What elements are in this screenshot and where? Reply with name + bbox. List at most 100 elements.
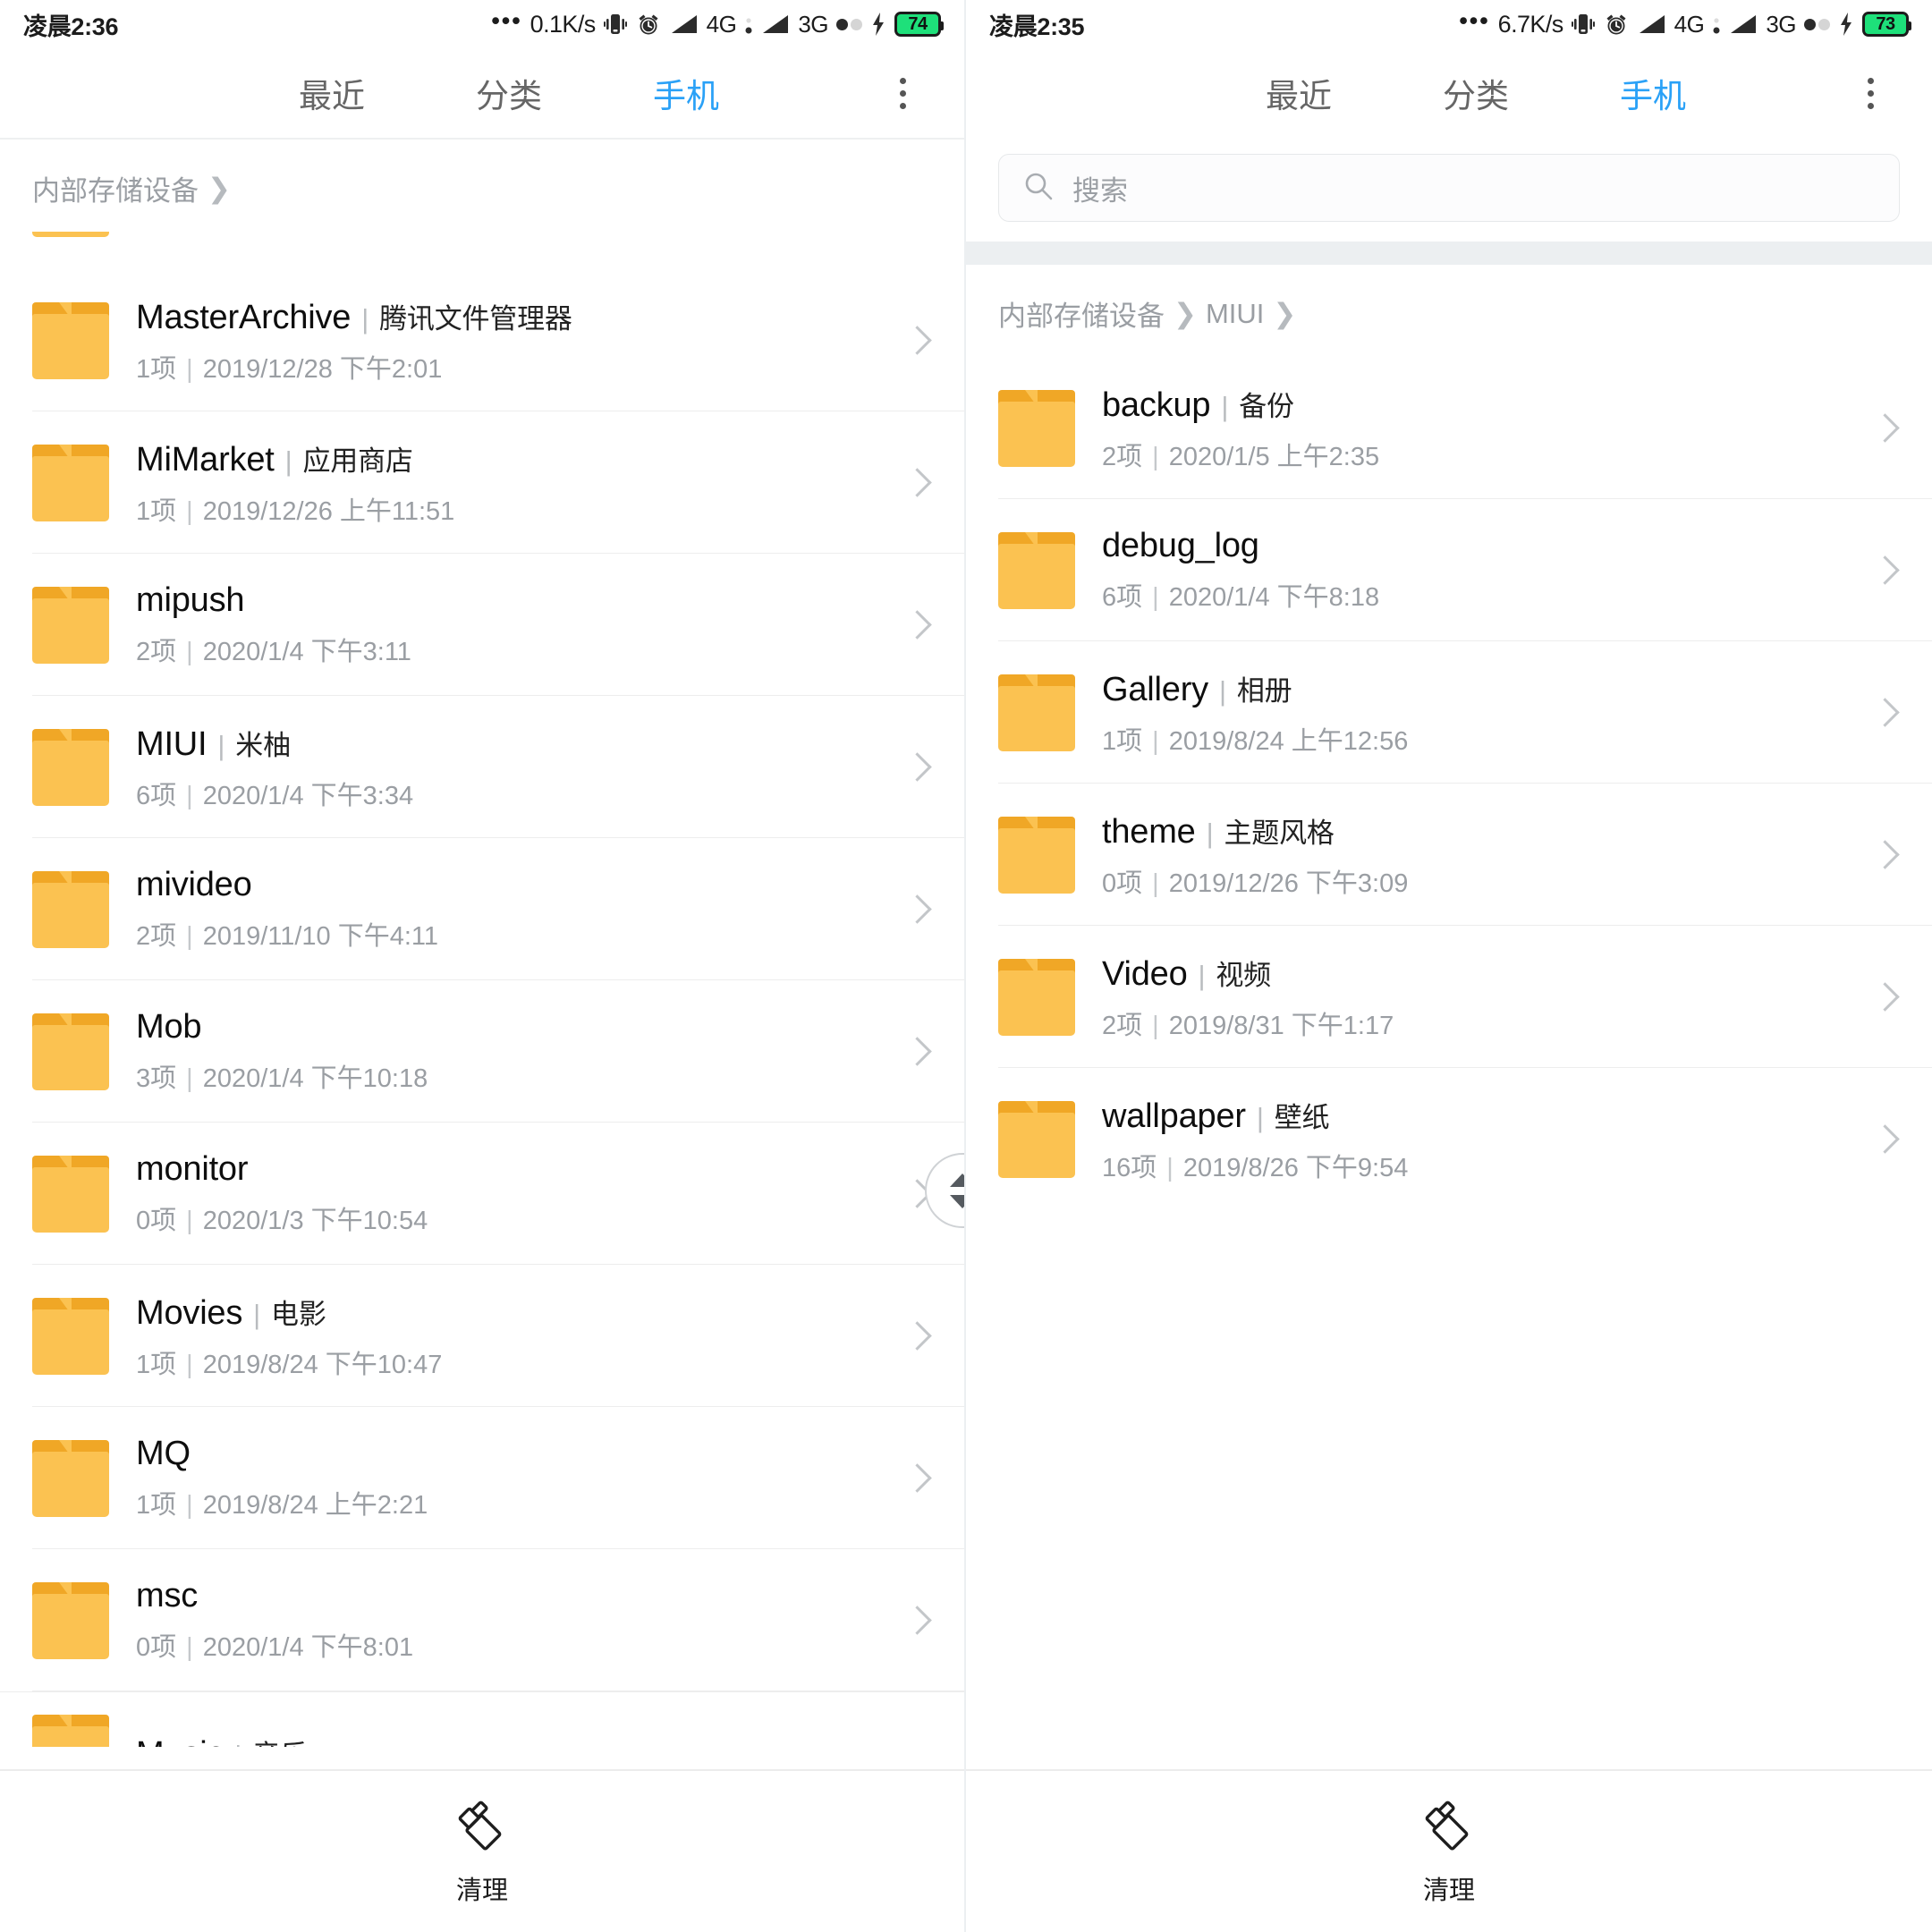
chevron-right-icon[interactable] (902, 326, 932, 356)
chevron-up-icon (950, 1173, 964, 1187)
list-item-meta: 1项 | 2019/12/26 上午11:51 (136, 490, 886, 528)
list-item-date: 2020/1/4 下午8:18 (1168, 583, 1380, 612)
chevron-right-icon[interactable] (902, 610, 932, 640)
list-item-text: theme | 主题风格 0项 | 2019/12/26 下午3:09 (1102, 810, 1853, 900)
chevron-right-icon[interactable] (902, 752, 932, 783)
meta-separator: | (1152, 583, 1159, 612)
list-item-name: theme (1102, 812, 1196, 851)
tab-recent[interactable]: 最近 (1266, 69, 1332, 117)
chevron-right-icon[interactable] (1869, 413, 1900, 444)
breadcrumb-item-root[interactable]: 内部存储设备 (32, 168, 199, 208)
chevron-right-icon[interactable] (1869, 982, 1900, 1013)
list-item[interactable]: mivideo 2项 | 2019/11/10 下午4:11 (0, 838, 964, 980)
search-input[interactable]: 搜索 (998, 154, 1900, 222)
chevron-down-icon (950, 1194, 964, 1208)
overflow-menu-icon[interactable] (878, 69, 927, 117)
alarm-icon (1603, 11, 1630, 38)
bottom-bar: 清理 (966, 1769, 1932, 1932)
tab-categories[interactable]: 分类 (476, 69, 542, 117)
chevron-right-icon[interactable] (902, 1321, 932, 1352)
list-item-partial-bottom[interactable]: Music | 音乐 (0, 1691, 964, 1747)
status-bar: 凌晨2:36 ••• 0.1K/s 4G 3G 74 (0, 0, 964, 48)
battery-level: 73 (1876, 13, 1895, 34)
list-item-date: 2020/1/4 下午8:01 (202, 1633, 414, 1662)
list-item[interactable]: MIUI | 米柚 6项 | 2020/1/4 下午3:34 (0, 696, 964, 838)
list-item[interactable]: wallpaper | 壁纸 16项 | 2019/8/26 下午9:54 (966, 1068, 1932, 1210)
tab-recent[interactable]: 最近 (299, 69, 365, 117)
dual-screenshot: 凌晨2:36 ••• 0.1K/s 4G 3G 74 最近 分类 手机 内部存储… (0, 0, 1932, 1932)
list-item[interactable]: MQ 1项 | 2019/8/24 上午2:21 (0, 1407, 964, 1549)
breadcrumb-item-root[interactable]: 内部存储设备 (998, 293, 1165, 334)
list-item[interactable]: Gallery | 相册 1项 | 2019/8/24 上午12:56 (966, 641, 1932, 784)
folder-icon (998, 531, 1075, 609)
status-dots: ••• (1459, 6, 1490, 34)
clean-button[interactable]: 清理 (454, 1797, 510, 1907)
section-divider (966, 242, 1932, 265)
list-item[interactable]: MiMarket | 应用商店 1项 | 2019/12/26 上午11:51 (0, 411, 964, 554)
list-item-name: Gallery (1102, 670, 1208, 708)
list-item[interactable]: msc 0项 | 2020/1/4 下午8:01 (0, 1549, 964, 1691)
chevron-right-icon[interactable] (902, 894, 932, 925)
list-item-title: msc (136, 1577, 886, 1615)
list-item-title: MQ (136, 1435, 886, 1473)
chevron-right-icon[interactable] (902, 468, 932, 498)
list-item-meta: 0项 | 2020/1/3 下午10:54 (136, 1199, 886, 1237)
tab-categories[interactable]: 分类 (1443, 69, 1509, 117)
list-item-date: 2019/8/24 上午12:56 (1168, 726, 1409, 756)
list-item-date: 2020/1/4 下午3:34 (202, 781, 414, 810)
chevron-right-icon[interactable] (1869, 698, 1900, 728)
battery-icon: 73 (1862, 12, 1911, 37)
clean-label: 清理 (1422, 1876, 1475, 1905)
meta-separator: | (186, 1064, 193, 1093)
list-item[interactable]: theme | 主题风格 0项 | 2019/12/26 下午3:09 (966, 784, 1932, 926)
list-item[interactable]: Movies | 电影 1项 | 2019/8/24 下午10:47 (0, 1265, 964, 1407)
list-item-name: monitor (136, 1150, 249, 1188)
alarm-icon (635, 11, 662, 38)
panel-right: 凌晨2:35 ••• 6.7K/s 4G 3G 73 最近 分类 手机 搜索 内… (966, 0, 1932, 1932)
list-item-alias: 视频 (1216, 959, 1271, 991)
list-item-text: monitor 0项 | 2020/1/3 下午10:54 (136, 1150, 886, 1237)
list-item-alias: 音乐 (252, 1733, 308, 1748)
status-time: 凌晨2:35 (989, 13, 1085, 40)
overflow-menu-icon[interactable] (1846, 69, 1894, 117)
status-bar: 凌晨2:35 ••• 6.7K/s 4G 3G 73 (966, 0, 1932, 48)
breadcrumb-item-miui[interactable]: MIUI (1206, 298, 1264, 330)
list-item-title: Video | 视频 (1102, 953, 1853, 994)
sim2-dots-icon (836, 18, 862, 30)
list-item[interactable]: debug_log 6项 | 2020/1/4 下午8:18 (966, 499, 1932, 641)
list-item-title: theme | 主题风格 (1102, 810, 1853, 852)
list-item-count: 16项 (1102, 1153, 1157, 1182)
chevron-right-icon[interactable] (902, 1606, 932, 1636)
chevron-right-icon[interactable] (1869, 840, 1900, 870)
list-item[interactable]: Mob 3项 | 2020/1/4 下午10:18 (0, 980, 964, 1123)
list-item-partial-top[interactable]: 1项|2019/12/4 下午4:31 (0, 232, 964, 269)
list-item[interactable]: Video | 视频 2项 | 2019/8/31 下午1:17 (966, 926, 1932, 1068)
list-item-title: mipush (136, 581, 886, 620)
list-item[interactable]: monitor 0项 | 2020/1/3 下午10:54 (0, 1123, 964, 1265)
list-item[interactable]: backup | 备份 2项 | 2020/1/5 上午2:35 (966, 357, 1932, 499)
chevron-right-icon[interactable] (902, 1037, 932, 1067)
chevron-right-icon[interactable] (1869, 555, 1900, 586)
signal-4g-icon (670, 13, 699, 36)
vibrate-icon (1571, 11, 1595, 38)
folder-icon (32, 1013, 109, 1090)
list-item-name: MasterArchive (136, 298, 352, 336)
clean-button[interactable]: 清理 (1421, 1797, 1477, 1907)
title-separator: | (1218, 674, 1226, 707)
list-item[interactable]: MasterArchive | 腾讯文件管理器 1项 | 2019/12/28 下午2:0… (0, 269, 964, 411)
list-item-title: backup | 备份 (1102, 384, 1853, 425)
list-item-text: mipush 2项 | 2020/1/4 下午3:11 (136, 581, 886, 668)
broom-icon (454, 1797, 510, 1857)
list-item-name: mipush (136, 581, 245, 619)
chevron-right-icon[interactable] (1869, 1124, 1900, 1155)
chevron-right-icon[interactable] (902, 1463, 932, 1494)
list-item-meta: 2项 | 2020/1/5 上午2:35 (1102, 436, 1853, 473)
tab-phone[interactable]: 手机 (653, 69, 719, 117)
meta-separator: | (1152, 442, 1159, 471)
signal-3g-icon (1729, 13, 1758, 36)
title-separator: | (284, 445, 292, 477)
battery-icon: 74 (894, 12, 944, 37)
list-item[interactable]: mipush 2项 | 2020/1/4 下午3:11 (0, 554, 964, 696)
tab-phone[interactable]: 手机 (1620, 69, 1686, 117)
list-item-count: 2项 (1102, 442, 1143, 471)
